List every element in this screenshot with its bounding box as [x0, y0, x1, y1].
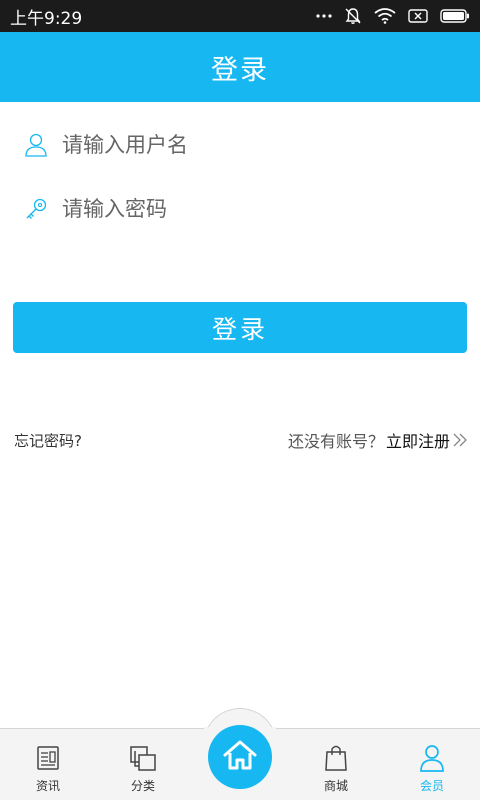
app-root: 上午9:29 登录 请输入用户名 登录 忘记密码? 还没有账号？ 立即注册 资讯…: [0, 0, 480, 800]
close-box-icon: [408, 9, 428, 23]
nav-label-news: 资讯: [35, 779, 60, 793]
nav-item-mall[interactable]: 商城: [301, 744, 371, 796]
register-link[interactable]: 立即注册: [386, 428, 450, 452]
nav-label-category: 分类: [130, 779, 155, 793]
member-icon: [418, 744, 446, 772]
key-icon: [24, 196, 48, 222]
username-input[interactable]: [62, 125, 452, 165]
user-icon: [24, 132, 48, 158]
category-icon: [129, 744, 157, 772]
status-icons: [316, 7, 470, 25]
more-dots-icon: [316, 13, 332, 19]
nav-item-member[interactable]: 会员: [397, 744, 467, 796]
register-row: 还没有账号？ 立即注册: [288, 428, 468, 452]
no-account-text: 还没有账号？: [287, 432, 384, 451]
password-input[interactable]: [62, 189, 452, 229]
battery-icon: [440, 9, 470, 23]
forgot-password-link[interactable]: 忘记密码?: [14, 430, 82, 451]
nav-item-category[interactable]: 分类: [108, 744, 178, 796]
mute-bell-icon: [344, 7, 362, 25]
news-icon: [34, 744, 62, 772]
nav-item-news[interactable]: 资讯: [13, 744, 83, 796]
login-button[interactable]: 登录: [13, 302, 467, 353]
nav-label-mall: 商城: [323, 779, 348, 793]
username-field-row: [0, 115, 480, 175]
wifi-icon: [374, 8, 396, 24]
status-bar: 上午9:29: [0, 0, 480, 32]
page-title: 登录: [211, 54, 269, 86]
header: 登录: [0, 32, 480, 102]
nav-label-member: 会员: [419, 779, 444, 793]
home-icon: [223, 740, 257, 774]
password-field-row: [0, 179, 480, 239]
double-chevron-right-icon[interactable]: [452, 432, 468, 448]
status-time: 上午9:29: [10, 8, 83, 29]
shopping-bag-icon: [322, 744, 350, 772]
home-button[interactable]: [208, 725, 272, 789]
